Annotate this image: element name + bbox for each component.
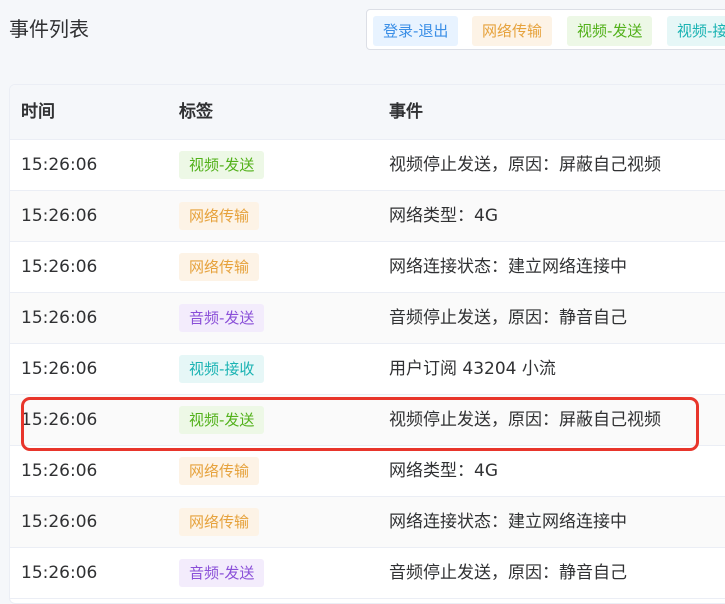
cell-time: 15:26:06 [21, 461, 98, 481]
filter-tag-video-send[interactable]: 视频-发送 [567, 16, 653, 46]
table-row[interactable]: 15:26:06 视频-发送 视频停止发送，原因：屏蔽自己视频 [10, 140, 725, 191]
filter-tag-network[interactable]: 网络传输 [472, 16, 553, 46]
table-row[interactable]: 15:26:06 网络传输 网络类型：4G [10, 191, 725, 242]
column-header-event: 事件 [389, 102, 423, 122]
table-row[interactable]: 15:26:06 视频-接收 用户订阅 43204 小流 [10, 344, 725, 395]
cell-tag-badge: 音频-发送 [179, 559, 265, 587]
cell-event: 视频停止发送，原因：屏蔽自己视频 [389, 410, 661, 430]
cell-time: 15:26:06 [21, 257, 98, 277]
cell-tag-badge: 视频-发送 [179, 151, 265, 179]
filter-bar: 登录-退出 网络传输 视频-发送 视频-接收 [366, 9, 725, 50]
cell-event: 用户订阅 43204 小流 [389, 359, 556, 379]
cell-time: 15:26:06 [21, 359, 98, 379]
column-header-tag: 标签 [179, 102, 213, 122]
cell-tag-badge: 网络传输 [179, 508, 260, 536]
cell-tag-badge: 网络传输 [179, 253, 260, 281]
table-row[interactable]: 15:26:06 视频-发送 视频停止发送，原因：屏蔽自己视频 [10, 395, 725, 446]
table-row[interactable]: 15:26:06 音频-发送 音频停止发送，原因：静音自己 [10, 548, 725, 599]
cell-event: 音频停止发送，原因：静音自己 [389, 563, 627, 583]
cell-event: 视频停止发送，原因：屏蔽自己视频 [389, 155, 661, 175]
page-title: 事件列表 [9, 17, 89, 41]
cell-time: 15:26:06 [21, 512, 98, 532]
table-row[interactable]: 15:26:06 网络传输 网络类型：4G [10, 446, 725, 497]
events-table: 时间 标签 事件 15:26:06 视频-发送 视频停止发送，原因：屏蔽自己视频 15… [9, 84, 725, 604]
cell-tag-badge: 网络传输 [179, 202, 260, 230]
table-row[interactable]: 15:26:06 网络传输 网络连接状态：建立网络连接中 [10, 497, 725, 548]
cell-time: 15:26:06 [21, 206, 98, 226]
cell-tag-badge: 视频-接收 [179, 355, 265, 383]
cell-time: 15:26:06 [21, 155, 98, 175]
cell-event: 网络类型：4G [389, 461, 498, 481]
cell-time: 15:26:06 [21, 308, 98, 328]
cell-event: 网络类型：4G [389, 206, 498, 226]
cell-tag-badge: 网络传输 [179, 457, 260, 485]
cell-event: 网络连接状态：建立网络连接中 [389, 257, 627, 277]
cell-time: 15:26:06 [21, 563, 98, 583]
column-header-time: 时间 [21, 102, 55, 122]
cell-time: 15:26:06 [21, 410, 98, 430]
table-row[interactable]: 15:26:06 网络传输 网络连接状态：建立网络连接中 [10, 242, 725, 293]
table-header: 时间 标签 事件 [10, 85, 725, 140]
cell-event: 音频停止发送，原因：静音自己 [389, 308, 627, 328]
filter-tag-login-logout[interactable]: 登录-退出 [373, 16, 459, 46]
filter-tag-video-receive[interactable]: 视频-接收 [667, 16, 725, 46]
cell-tag-badge: 视频-发送 [179, 406, 265, 434]
cell-tag-badge: 音频-发送 [179, 304, 265, 332]
cell-event: 网络连接状态：建立网络连接中 [389, 512, 627, 532]
table-row[interactable]: 15:26:06 音频-发送 音频停止发送，原因：静音自己 [10, 293, 725, 344]
